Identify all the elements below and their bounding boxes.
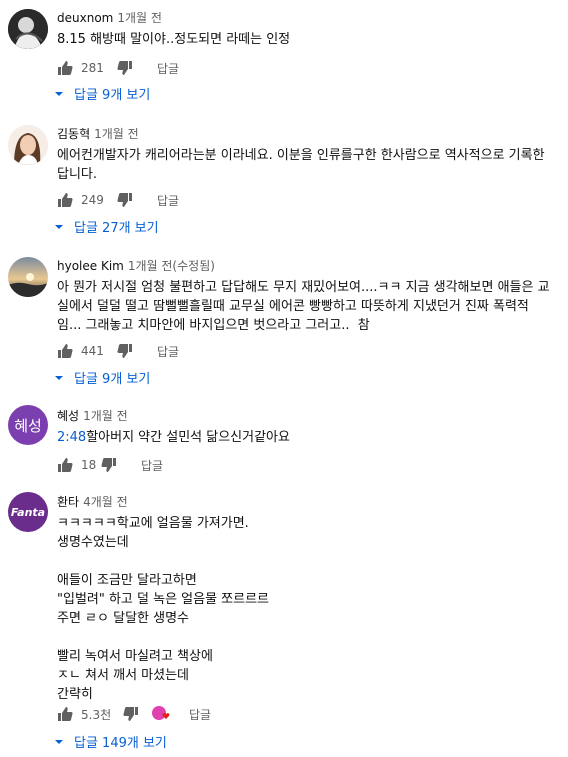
reply-button[interactable]: 답글 (157, 343, 179, 360)
like-count: 281 (81, 61, 104, 75)
view-replies-label: 답글 9개 보기 (74, 88, 151, 103)
avatar[interactable] (8, 125, 48, 165)
comment-text: ㅋㅋㅋㅋㅋ학교에 얼음물 가져가면. 생명수였는데 애들이 조금만 달라고하면 … (57, 516, 270, 702)
comment-author[interactable]: 김동혁 (57, 127, 90, 141)
creator-heart-icon (151, 705, 173, 723)
view-replies-button[interactable]: 답글 149개 보기 (54, 732, 167, 751)
avatar[interactable] (8, 9, 48, 49)
like-count: 441 (81, 344, 104, 358)
view-replies-label: 답글 9개 보기 (74, 372, 151, 387)
view-replies-label: 답글 149개 보기 (74, 736, 167, 751)
like-count: 18 (81, 458, 97, 472)
comment-text: 에어컨개발자가 캐리어라는분 이라네요. 이분을 인류를구한 한사람으로 역사적… (57, 148, 545, 182)
view-replies-label: 답글 27개 보기 (74, 221, 159, 236)
comment-text: 아 뭔가 저시절 엄청 불편하고 답답해도 무지 재밌어보여....ㅋㅋ 지금 … (57, 280, 550, 333)
avatar[interactable]: 혜성 (8, 405, 48, 445)
comment-actions: 281 답글 (57, 59, 179, 77)
like-icon[interactable] (57, 706, 73, 722)
comment-time[interactable]: 4개월 전 (83, 495, 128, 509)
reply-button[interactable]: 답글 (157, 60, 179, 77)
like-icon[interactable] (57, 192, 73, 208)
caret-down-icon (54, 373, 64, 383)
like-icon[interactable] (57, 343, 73, 359)
comment-author[interactable]: hyolee Kim (57, 259, 124, 273)
avatar-image (8, 257, 48, 297)
comment-text: 8.15 해방때 말이야..정도되면 라떼는 인정 (57, 32, 291, 47)
like-icon[interactable] (57, 60, 73, 76)
comment-actions: 18 답글 (57, 456, 163, 474)
caret-down-icon (54, 737, 64, 747)
caret-down-icon (54, 89, 64, 99)
avatar-logo: Fanta (10, 505, 46, 519)
reply-button[interactable]: 답글 (157, 192, 179, 209)
comment-author[interactable]: 환타 (57, 495, 79, 509)
dislike-icon[interactable] (123, 706, 139, 722)
comment-actions: 5.3천 답글 (57, 705, 211, 723)
comment-time[interactable]: 1개월 전 (94, 127, 139, 141)
comment-text: 할아버지 약간 설민석 닮으신거같아요 (86, 430, 290, 445)
timestamp-link[interactable]: 2:48 (57, 430, 86, 445)
caret-down-icon (54, 222, 64, 232)
comment-actions: 249 답글 (57, 191, 179, 209)
view-replies-button[interactable]: 답글 9개 보기 (54, 84, 150, 103)
avatar-image (8, 9, 48, 49)
reply-button[interactable]: 답글 (141, 457, 163, 474)
dislike-icon[interactable] (117, 343, 133, 359)
dislike-icon[interactable] (117, 60, 133, 76)
comment-author[interactable]: 혜성 (57, 409, 79, 423)
view-replies-button[interactable]: 답글 9개 보기 (54, 368, 150, 387)
like-count: 5.3천 (81, 707, 112, 722)
comment-time[interactable]: 1개월 전 (83, 409, 128, 423)
view-replies-button[interactable]: 답글 27개 보기 (54, 217, 159, 236)
avatar[interactable]: Fanta (8, 492, 48, 532)
dislike-icon[interactable] (117, 192, 133, 208)
comment-author[interactable]: deuxnom (57, 11, 113, 25)
dislike-icon[interactable] (101, 457, 117, 473)
like-count: 249 (81, 193, 104, 207)
reply-button[interactable]: 답글 (189, 706, 211, 723)
comment-time[interactable]: 1개월 전(수정됨) (128, 259, 215, 273)
comment-time[interactable]: 1개월 전 (117, 11, 162, 25)
like-icon[interactable] (57, 457, 73, 473)
avatar-initials: 혜성 (14, 417, 42, 435)
comment-actions: 441 답글 (57, 342, 179, 360)
avatar-image (8, 125, 48, 165)
avatar[interactable] (8, 257, 48, 297)
